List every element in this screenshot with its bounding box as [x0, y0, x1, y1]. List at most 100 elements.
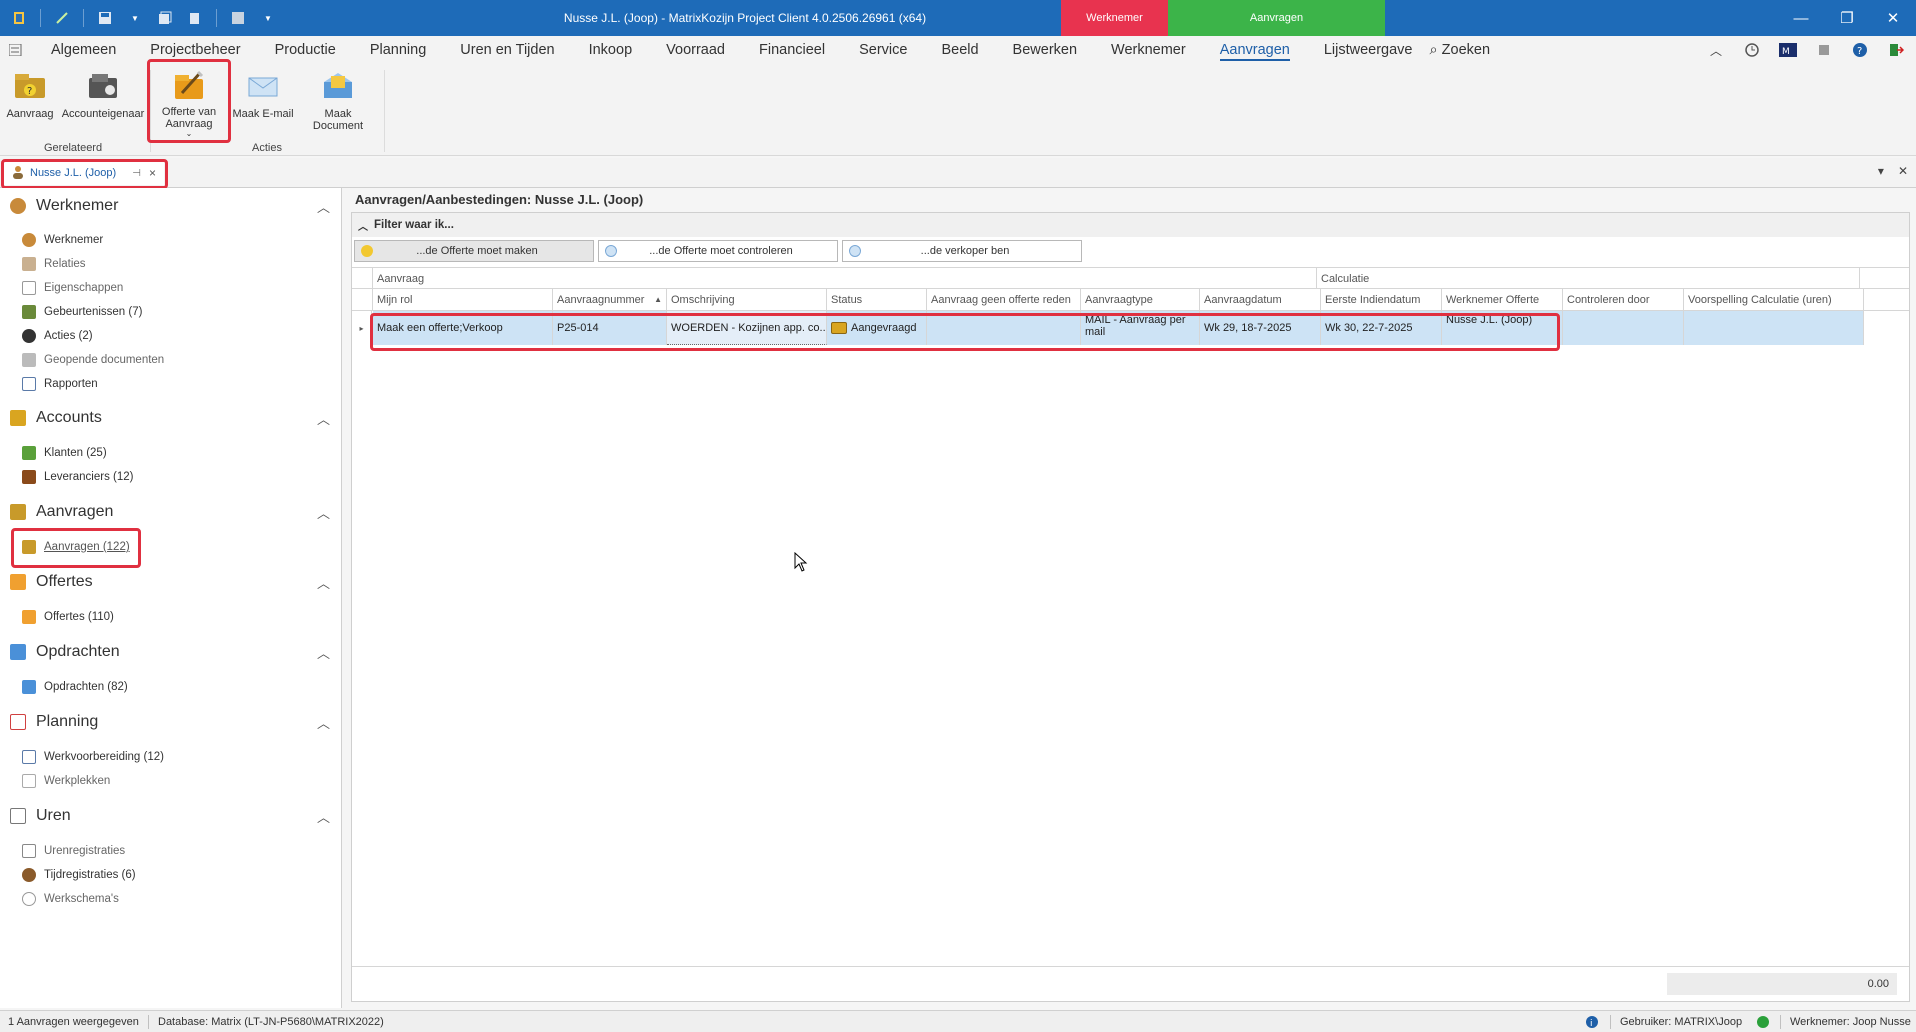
- column-werknemer-offerte[interactable]: Werknemer Offerte: [1442, 289, 1563, 311]
- square-icon[interactable]: [225, 5, 251, 31]
- sidebar-item-geopende-documenten[interactable]: Geopende documenten: [22, 350, 164, 370]
- maak-document-button[interactable]: Maak Document: [298, 68, 378, 138]
- sidebar-item-gebeurtenissen[interactable]: Gebeurtenissen (7): [22, 302, 142, 322]
- menu-financieel[interactable]: Financieel: [742, 36, 842, 64]
- sidebar-item-werknemer[interactable]: Werknemer: [22, 230, 103, 250]
- column-aanvraagtype[interactable]: Aanvraagtype: [1081, 289, 1200, 311]
- sidebar-item-eigenschappen[interactable]: Eigenschappen: [22, 278, 123, 298]
- sidebar-group-opdrachten[interactable]: Opdrachten ︿: [10, 640, 330, 664]
- sidebar-item-tijdregistraties[interactable]: Tijdregistraties (6): [22, 865, 136, 885]
- sidebar-item-acties[interactable]: Acties (2): [22, 326, 93, 346]
- separator: [148, 1015, 149, 1029]
- clock-icon[interactable]: [1740, 38, 1764, 62]
- column-eerste-indiendatum[interactable]: Eerste Indiendatum: [1321, 289, 1442, 311]
- sidebar: Werknemer ︿ Werknemer Relaties Eigenscha…: [0, 188, 342, 1008]
- column-status[interactable]: Status: [827, 289, 927, 311]
- column-mijn-rol[interactable]: Mijn rol: [373, 289, 553, 311]
- help-icon[interactable]: ?: [1848, 38, 1872, 62]
- aanvraag-label: Aanvraag: [6, 108, 54, 120]
- column-aanvraagnummer[interactable]: Aanvraagnummer ▲: [553, 289, 667, 311]
- menu-algemeen[interactable]: Algemeen: [34, 36, 133, 64]
- menu-inkoop[interactable]: Inkoop: [572, 36, 650, 64]
- person-clock-icon: [22, 868, 36, 882]
- menu-planning[interactable]: Planning: [353, 36, 443, 64]
- menu-service[interactable]: Service: [842, 36, 924, 64]
- accounteigenaar-button[interactable]: Accounteigenaar: [60, 68, 146, 138]
- app-logo-icon[interactable]: [6, 5, 32, 31]
- context-tab-werknemer[interactable]: Werknemer: [1061, 0, 1168, 36]
- cell-controleren-door[interactable]: [1563, 311, 1684, 345]
- minimize-button[interactable]: —: [1778, 0, 1824, 36]
- folder-orange-icon: [22, 610, 36, 624]
- menu-aanvragen[interactable]: Aanvragen: [1203, 36, 1307, 64]
- sidebar-group-accounts[interactable]: Accounts ︿: [10, 406, 330, 430]
- save-all-icon[interactable]: [152, 5, 178, 31]
- band-aanvraag[interactable]: Aanvraag: [373, 268, 1317, 290]
- app-menu-icon[interactable]: [0, 36, 34, 64]
- column-aanvraagdatum[interactable]: Aanvraagdatum: [1200, 289, 1321, 311]
- checklist-icon: [22, 281, 36, 295]
- menu-beeld[interactable]: Beeld: [924, 36, 995, 64]
- chevron-up-icon[interactable]: ︿: [317, 503, 330, 522]
- collapse-ribbon-icon[interactable]: ︿: [1704, 38, 1728, 62]
- sidebar-item-klanten[interactable]: Klanten (25): [22, 443, 107, 463]
- close-all-icon[interactable]: ✕: [1898, 164, 1908, 178]
- info-icon[interactable]: i: [1585, 1011, 1599, 1032]
- sidebar-group-aanvragen[interactable]: Aanvragen ︿: [10, 500, 330, 524]
- menu-bewerken[interactable]: Bewerken: [996, 36, 1094, 64]
- cell-voorspelling-calculatie[interactable]: [1684, 311, 1864, 345]
- column-voorspelling-calculatie[interactable]: Voorspelling Calculatie (uren): [1684, 289, 1864, 311]
- menu-voorraad[interactable]: Voorraad: [649, 36, 742, 64]
- sidebar-item-werkschemas[interactable]: Werkschema's: [22, 889, 119, 909]
- menu-uren-en-tijden[interactable]: Uren en Tijden: [443, 36, 571, 64]
- close-button[interactable]: ✕: [1870, 0, 1916, 36]
- chevron-down-icon[interactable]: ▼: [122, 5, 148, 31]
- customize-toolbar-icon[interactable]: ▼: [255, 5, 281, 31]
- maak-email-button[interactable]: Maak E-mail: [232, 68, 294, 138]
- sidebar-group-offertes[interactable]: Offertes ︿: [10, 570, 330, 594]
- page-title: Aanvragen/Aanbestedingen: Nusse J.L. (Jo…: [355, 192, 644, 207]
- context-tab-aanvragen[interactable]: Aanvragen: [1168, 0, 1385, 36]
- column-geen-offerte-reden[interactable]: Aanvraag geen offerte reden: [927, 289, 1081, 311]
- filter-verkoper[interactable]: ...de verkoper ben: [842, 240, 1082, 262]
- sidebar-group-werknemer[interactable]: Werknemer ︿: [10, 194, 330, 218]
- sidebar-item-werkvoorbereiding[interactable]: Werkvoorbereiding (12): [22, 747, 164, 767]
- sidebar-group-uren[interactable]: Uren ︿: [10, 804, 330, 828]
- remote-icon[interactable]: [1812, 38, 1836, 62]
- sidebar-item-urenregistraties[interactable]: Urenregistraties: [22, 841, 125, 861]
- sidebar-item-relaties[interactable]: Relaties: [22, 254, 86, 274]
- filter-offerte-maken[interactable]: ...de Offerte moet maken: [354, 240, 594, 262]
- column-omschrijving[interactable]: Omschrijving: [667, 289, 827, 311]
- chevron-up-icon[interactable]: ︿: [317, 807, 330, 826]
- aanvraag-button[interactable]: ? Aanvraag: [4, 68, 56, 138]
- sidebar-item-rapporten[interactable]: Rapporten: [22, 374, 98, 394]
- tab-list-dropdown-icon[interactable]: ▾: [1878, 164, 1884, 178]
- menu-lijstweergave[interactable]: Lijstweergave: [1307, 36, 1430, 64]
- band-calculatie[interactable]: Calculatie: [1317, 268, 1860, 290]
- exit-icon[interactable]: [1884, 38, 1908, 62]
- menu-zoeken[interactable]: ⌕ Zoeken: [1430, 36, 1508, 64]
- save-icon[interactable]: [92, 5, 118, 31]
- filter-header[interactable]: ︿ Filter waar ik...: [352, 213, 1909, 237]
- chevron-up-icon[interactable]: ︿: [317, 643, 330, 662]
- folder-orange-icon: [10, 574, 26, 590]
- pencil-icon[interactable]: [49, 5, 75, 31]
- restore-button[interactable]: ❐: [1824, 0, 1870, 36]
- menu-werknemer[interactable]: Werknemer: [1094, 36, 1203, 64]
- menu-productie[interactable]: Productie: [258, 36, 353, 64]
- chevron-up-icon[interactable]: ︿: [317, 573, 330, 592]
- sidebar-group-planning[interactable]: Planning ︿: [10, 710, 330, 734]
- column-controleren-door[interactable]: Controleren door: [1563, 289, 1684, 311]
- sidebar-item-leveranciers[interactable]: Leveranciers (12): [22, 467, 133, 487]
- filter-offerte-controleren[interactable]: ...de Offerte moet controleren: [598, 240, 838, 262]
- chevron-up-icon[interactable]: ︿: [358, 218, 368, 233]
- lightbulb-icon: [605, 245, 617, 257]
- sidebar-item-opdrachten[interactable]: Opdrachten (82): [22, 677, 128, 697]
- chevron-up-icon[interactable]: ︿: [317, 197, 330, 216]
- sidebar-item-werkplekken[interactable]: Werkplekken: [22, 771, 110, 791]
- chevron-up-icon[interactable]: ︿: [317, 409, 330, 428]
- matrix-logo-icon[interactable]: M: [1776, 38, 1800, 62]
- copy-icon[interactable]: [182, 5, 208, 31]
- sidebar-item-offertes[interactable]: Offertes (110): [22, 607, 114, 627]
- chevron-up-icon[interactable]: ︿: [317, 713, 330, 732]
